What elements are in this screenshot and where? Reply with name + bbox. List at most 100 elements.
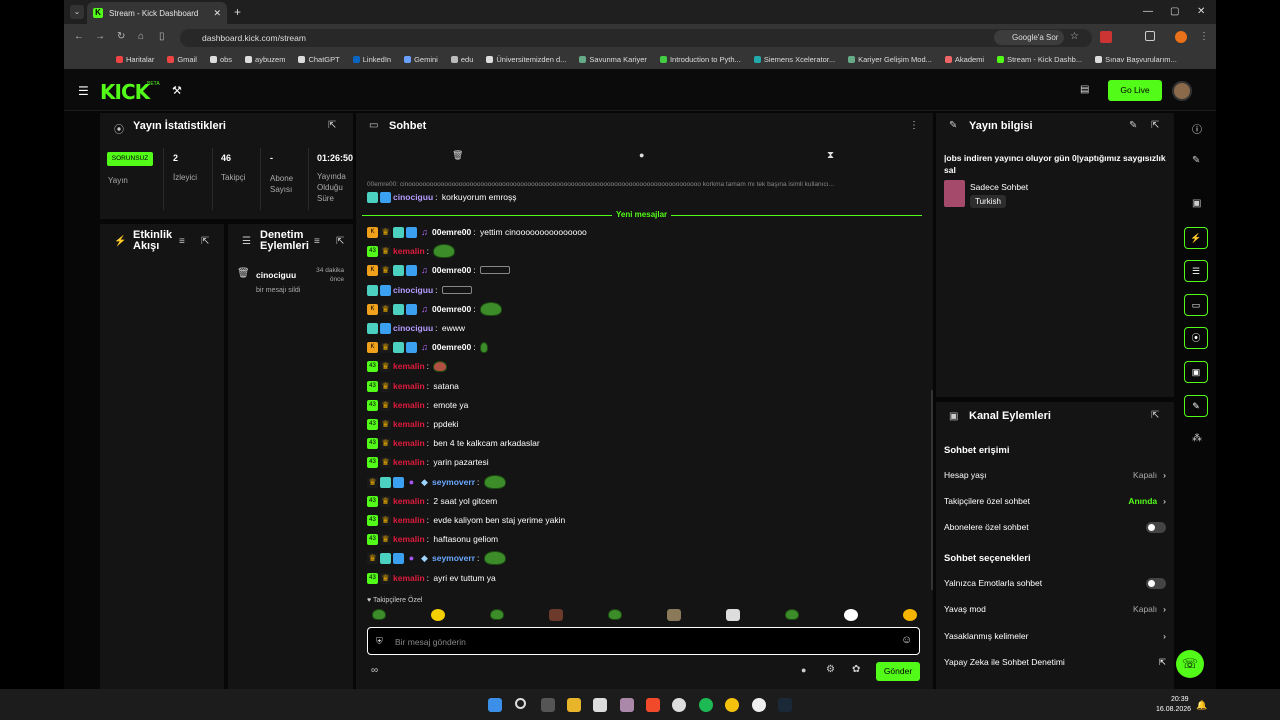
hourglass-icon[interactable]: ⧗ [827,150,834,161]
star-icon[interactable]: ☆ [1070,31,1079,42]
chat-username[interactable]: cinociguu [393,192,433,202]
bookmark[interactable]: Kariyer Gelişim Mod... [848,55,932,64]
popout-icon[interactable]: ⇱ [1151,120,1159,131]
chat-username[interactable]: 00emre00 [432,304,471,314]
send-button[interactable]: Gönder [876,662,920,681]
back-icon[interactable]: ← [74,31,84,42]
loop-icon[interactable]: ∞ [371,665,378,676]
mod-entry-user[interactable]: cinociguu [256,270,296,280]
settings-icon[interactable]: ✿ [852,664,860,675]
chat-bubble-icon[interactable]: ● [801,665,806,675]
chat-username[interactable]: kemalin [393,419,425,429]
spotify-icon[interactable] [699,698,713,712]
chat-username[interactable]: kemalin [393,515,425,525]
chat-username[interactable]: kemalin [393,496,425,506]
file-explorer-icon[interactable] [567,698,581,712]
add-widget-icon[interactable]: ⁂ [1192,433,1202,444]
extensions-icon[interactable] [1145,31,1155,41]
store-icon[interactable] [593,698,607,712]
avatar[interactable] [1172,81,1192,101]
google-ask-button[interactable]: Google'a Sor [994,30,1065,45]
category-name[interactable]: Sadece Sohbet [970,182,1028,192]
search-icon[interactable] [515,698,526,709]
chat-username[interactable]: seymoverr [432,477,475,487]
hamburger-icon[interactable]: ☰ [78,84,89,98]
extension-icon[interactable] [1100,31,1112,43]
kick-logo[interactable]: KICK [100,80,150,104]
close-tab-icon[interactable]: ✕ [213,8,221,19]
emote-icon[interactable] [903,609,917,621]
layout-icon[interactable]: ▤ [1080,84,1089,95]
bookmark[interactable]: Üniversitemizden d... [486,55,566,64]
help-button[interactable]: ☏ [1176,650,1204,678]
obs-icon[interactable] [752,698,766,712]
chat-username[interactable]: seymoverr [432,553,475,563]
account-age-row[interactable]: Hesap yaşı Kapalı › [944,468,1166,482]
edit-icon[interactable]: ✎ [1129,120,1137,131]
bookmark[interactable]: Gmail [167,55,197,64]
filter-icon[interactable]: ≡ [179,236,185,247]
app-icon[interactable] [620,698,634,712]
chat-username[interactable]: 00emre00 [432,227,471,237]
chat-username[interactable]: kemalin [393,361,425,371]
subs-chat-toggle[interactable] [1146,521,1166,533]
chat-username[interactable]: 00emre00 [432,342,471,352]
new-tab-icon[interactable]: + [234,5,241,19]
profile-icon[interactable] [1175,31,1187,43]
scrollbar[interactable] [931,390,933,590]
bookmark[interactable]: Siemens Xcelerator... [753,55,835,64]
chat-username[interactable]: cinociguu [393,285,433,295]
filter-icon[interactable]: ≡ [314,236,320,247]
chat-username[interactable]: kemalin [393,534,425,544]
popout-icon[interactable]: ⇱ [201,236,209,247]
emote-icon[interactable] [431,609,445,621]
popout-icon[interactable]: ⇱ [336,236,344,247]
bookmark[interactable]: edu [450,55,473,64]
emote-only-toggle[interactable] [1146,577,1166,589]
chrome-icon[interactable] [725,698,739,712]
browser-tab[interactable]: K Stream - Kick Dashboard ✕ [87,2,227,24]
menu-icon[interactable]: ⋮ [1199,31,1209,42]
address-bar[interactable]: dashboard.kick.com/stream [180,29,1092,47]
emote-icon[interactable] [608,609,622,620]
bookmark[interactable]: Haritalar [116,55,154,64]
broadcast-icon[interactable]: ⦿ [1184,327,1208,349]
chat-username[interactable]: kemalin [393,438,425,448]
hammer-icon[interactable]: ⚒ [172,84,182,97]
wrench-icon[interactable]: ✎ [1184,395,1208,417]
chat-username[interactable]: 00emre00 [432,265,471,275]
emote-icon[interactable] [372,609,386,620]
chat-icon[interactable]: ▭ [1184,294,1208,316]
list-icon[interactable]: ☰ [1184,260,1208,282]
more-icon[interactable]: ⋮ [909,120,919,131]
edit-icon[interactable]: ✎ [1192,155,1200,166]
home-icon[interactable]: ⌂ [138,31,144,42]
task-view-icon[interactable] [541,698,555,712]
bookmark[interactable]: Sınav Başvurularım... [1095,55,1177,64]
emote-icon[interactable] [667,609,681,621]
app-icon[interactable] [672,698,686,712]
bookmark[interactable]: Introduction to Pyth... [659,55,741,64]
bookmark[interactable]: Akademi [944,55,984,64]
forward-icon[interactable]: → [95,31,105,42]
bookmark[interactable]: Gemini [404,55,438,64]
emote-icon[interactable] [549,609,563,621]
emote-icon[interactable] [785,609,799,620]
bookmark[interactable]: aybuzem [245,55,285,64]
steam-icon[interactable] [778,698,792,712]
bolt-icon[interactable]: ⚡ [1184,227,1208,249]
chat-username[interactable]: kemalin [393,246,425,256]
sidepanel-icon[interactable]: ▯ [159,31,165,42]
emote-icon[interactable] [726,609,740,621]
chat-username[interactable]: kemalin [393,381,425,391]
followers-chat-row[interactable]: Takipçilere özel sohbet Anında › [944,494,1166,508]
gear-icon[interactable]: ⚙ [826,664,835,675]
bookmark[interactable]: Stream - Kick Dashb... [997,55,1082,64]
chat-username[interactable]: kemalin [393,573,425,583]
chat-username[interactable]: kemalin [393,457,425,467]
chat-username[interactable]: cinociguu [393,323,433,333]
popout-icon[interactable]: ⇱ [328,120,336,131]
popout-icon[interactable]: ⇱ [1151,410,1159,421]
emote-icon[interactable] [844,609,858,621]
reload-icon[interactable]: ↻ [117,31,125,42]
